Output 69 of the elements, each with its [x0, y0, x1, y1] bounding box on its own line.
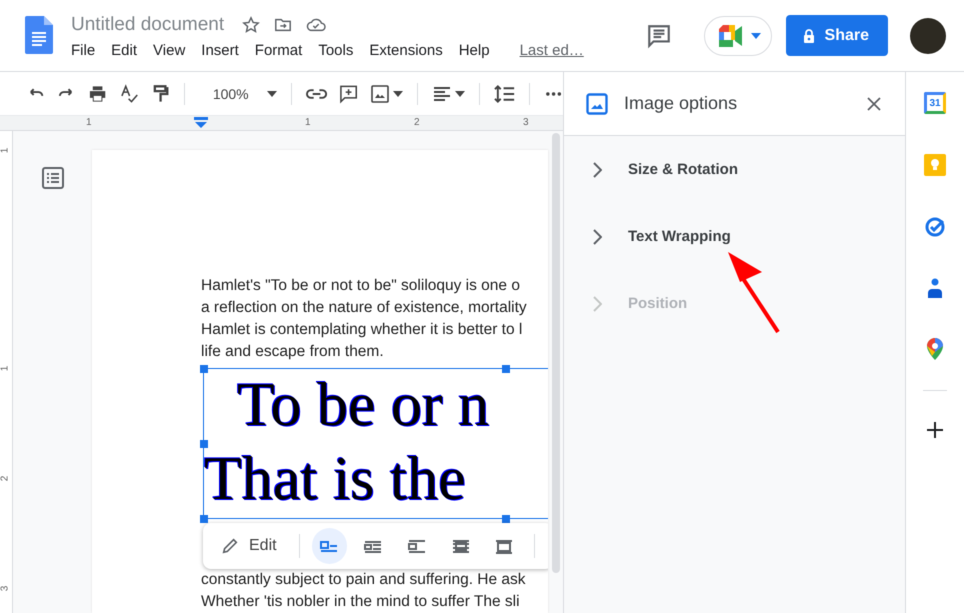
document-title[interactable]: Untitled document: [71, 14, 224, 36]
map-pin-icon[interactable]: [927, 338, 944, 360]
menu-item[interactable]: Insert: [201, 42, 239, 59]
text-line: a reflection on the nature of existence, mortality: [201, 298, 528, 318]
chevron-icon: [592, 228, 602, 244]
add-comment-icon[interactable]: [338, 84, 358, 104]
menu-item[interactable]: Help: [458, 42, 490, 59]
cloud-check-icon[interactable]: [306, 16, 326, 34]
menu-item[interactable]: Edit: [111, 42, 138, 59]
add-icon[interactable]: [926, 421, 944, 439]
chevron-icon: [592, 162, 602, 178]
lock-icon: [802, 28, 815, 42]
zoom-dropdown[interactable]: 100%: [198, 86, 277, 102]
menu-item[interactable]: Format: [254, 42, 302, 59]
panel-section[interactable]: Size & Rotation: [564, 136, 906, 203]
edit-button[interactable]: Edit: [221, 528, 287, 564]
text-line: Hamlet is contemplating whether it is better to l: [201, 320, 524, 340]
image-text-line: To be or n: [236, 370, 490, 441]
star-icon[interactable]: [242, 16, 260, 34]
resize-handle[interactable]: [200, 515, 208, 523]
text-line: life and escape from them.: [201, 342, 385, 362]
resize-handle[interactable]: [200, 365, 208, 373]
panel-title: Image options: [624, 93, 738, 114]
close-icon[interactable]: [867, 96, 882, 110]
paint-format-icon[interactable]: [150, 84, 170, 104]
ruler-number: 1: [86, 117, 92, 128]
wrap-mode-button[interactable]: [312, 528, 348, 564]
resize-handle[interactable]: [200, 440, 208, 448]
panel-section[interactable]: Text Wrapping: [564, 203, 906, 270]
menu-item[interactable]: File: [71, 42, 96, 59]
image-text-line: That is the: [204, 444, 467, 515]
spellcheck-icon[interactable]: [120, 84, 139, 104]
indent-marker-icon[interactable]: [194, 117, 208, 129]
caret-icon: [266, 90, 277, 96]
ruler-number: 1: [0, 366, 10, 372]
video-camera-icon: [718, 24, 745, 46]
image-icon: [586, 92, 608, 114]
line-spacing-icon[interactable]: [494, 84, 515, 104]
ruler-number: 2: [414, 117, 420, 128]
insert-image-icon[interactable]: [370, 84, 403, 104]
ruler-number: 3: [523, 117, 529, 128]
folder-icon[interactable]: [274, 16, 292, 34]
print-icon[interactable]: [88, 84, 108, 104]
docs-logo-icon[interactable]: [25, 16, 53, 54]
ruler-number: 2: [0, 476, 10, 482]
comment-icon[interactable]: [646, 22, 672, 48]
text-line: Hamlet's "To be or not to be" soliloquy is one o: [201, 276, 521, 296]
text-line: constantly subject to pain and suffering. He ask: [201, 570, 527, 590]
person-icon[interactable]: [926, 278, 944, 298]
meet-button[interactable]: [704, 16, 772, 56]
last-edit-link[interactable]: Last ed…: [520, 42, 584, 59]
menu-item[interactable]: Extensions: [369, 42, 443, 59]
chevron-icon: [592, 296, 602, 312]
ruler-number: 3: [0, 586, 10, 592]
text-line: Whether 'tis nobler in the mind to suffer The sli: [201, 592, 521, 612]
menu-item[interactable]: View: [153, 42, 186, 59]
resize-handle[interactable]: [502, 515, 510, 523]
pencil-icon: [221, 537, 239, 555]
avatar[interactable]: [910, 18, 946, 54]
ruler-number: 1: [0, 148, 10, 154]
calendar-day: 31: [930, 98, 941, 108]
caret-icon: [750, 32, 761, 38]
menu-item[interactable]: Tools: [318, 42, 354, 59]
outline-icon[interactable]: [42, 167, 64, 189]
checkmark-circle-icon[interactable]: [924, 216, 946, 238]
ruler-number: 1: [305, 117, 311, 128]
resize-handle[interactable]: [502, 365, 510, 373]
calendar-icon[interactable]: 31: [924, 92, 946, 114]
share-button[interactable]: Share: [786, 15, 888, 56]
